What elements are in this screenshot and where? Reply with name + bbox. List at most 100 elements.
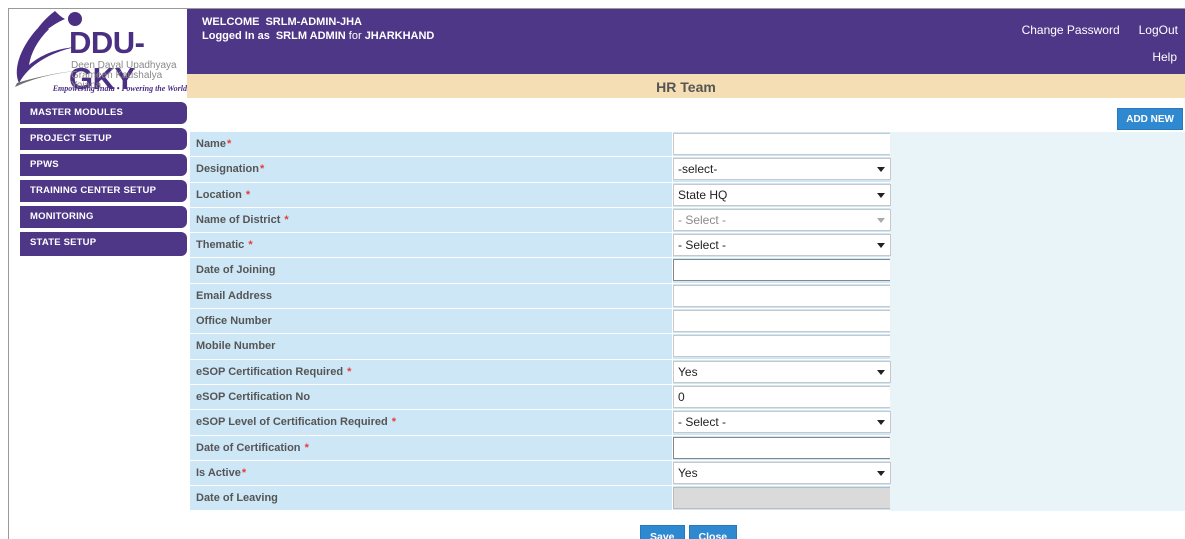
- date-of-certification-input[interactable]: [673, 436, 891, 459]
- logout-link[interactable]: LogOut: [1139, 23, 1178, 37]
- field-label: Email Address: [190, 283, 672, 310]
- row-filler: [890, 384, 1185, 411]
- required-marker: *: [347, 365, 352, 378]
- chevron-down-icon: [877, 167, 885, 173]
- field-label: Mobile Number: [190, 334, 672, 360]
- top-links: Change Password LogOut: [1010, 23, 1185, 37]
- esop-required-select[interactable]: Yes: [673, 360, 891, 383]
- sidebar: MASTER MODULES PROJECT SETUP PPWS TRAINI…: [20, 102, 187, 256]
- required-marker: *: [245, 188, 251, 201]
- district-select[interactable]: - Select -: [673, 208, 891, 231]
- form-row-esop-required: eSOP Certification Required * Yes: [190, 359, 1185, 385]
- form-row-district: Name of District * - Select -: [190, 207, 1185, 234]
- designation-select[interactable]: -select-: [673, 158, 891, 181]
- sidebar-item-project-setup[interactable]: PROJECT SETUP: [20, 128, 187, 150]
- add-new-button[interactable]: ADD NEW: [1117, 108, 1183, 130]
- mobile-number-input[interactable]: [673, 335, 891, 358]
- date-of-joining-input[interactable]: [673, 259, 891, 282]
- field-cell: 0: [672, 384, 891, 411]
- required-marker: *: [248, 239, 253, 252]
- field-label: eSOP Certification Required *: [190, 359, 672, 385]
- required-marker: *: [226, 138, 232, 150]
- form-row-esop-level: eSOP Level of Certification Required * -…: [190, 410, 1185, 436]
- field-label-text: Location: [196, 188, 245, 201]
- form-row-name: Name*: [190, 132, 1185, 158]
- field-label-text: Date of Leaving: [196, 492, 278, 505]
- row-filler: [890, 132, 1185, 158]
- field-label-text: eSOP Certification Required: [196, 365, 347, 378]
- sidebar-item-training-center-setup[interactable]: TRAINING CENTER SETUP: [20, 180, 187, 202]
- field-cell: [672, 486, 891, 512]
- row-filler: [890, 334, 1185, 360]
- field-label: Designation*: [190, 157, 672, 183]
- chevron-down-icon: [877, 217, 885, 223]
- row-filler: [890, 258, 1185, 284]
- logo-tagline: Empowering India • Powering the World: [52, 84, 187, 93]
- field-label-text: Email Address: [196, 289, 273, 302]
- sidebar-item-ppws[interactable]: PPWS: [20, 154, 187, 176]
- row-filler: [890, 207, 1185, 234]
- row-filler: [890, 460, 1185, 487]
- app-frame: DDU-GKY Deen Dayal Upadhyaya Grameen Kau…: [8, 8, 1185, 539]
- help-link[interactable]: Help: [1152, 50, 1177, 64]
- row-filler: [890, 359, 1185, 385]
- field-label: Name*: [190, 132, 672, 158]
- field-cell: Yes: [672, 460, 891, 487]
- location-select[interactable]: State HQ: [673, 183, 891, 206]
- is-active-value: Yes: [678, 465, 698, 480]
- form-row-date-of-joining: Date of Joining: [190, 258, 1185, 284]
- row-filler: [890, 410, 1185, 436]
- logo: DDU-GKY Deen Dayal Upadhyaya Grameen Kau…: [9, 9, 187, 96]
- required-marker: *: [284, 213, 289, 226]
- field-label-text: Office Number: [196, 315, 272, 328]
- sidebar-item-state-setup[interactable]: STATE SETUP: [20, 232, 187, 256]
- is-active-select[interactable]: Yes: [673, 461, 891, 484]
- row-filler: [890, 157, 1185, 183]
- field-label: Location *: [190, 182, 672, 208]
- field-cell: [672, 283, 891, 310]
- hr-team-form: Name* Designation* -select- Location * S…: [190, 132, 1185, 512]
- form-row-thematic: Thematic * - Select -: [190, 233, 1185, 259]
- field-cell: [672, 258, 891, 284]
- thematic-value: - Select -: [678, 238, 727, 253]
- chevron-down-icon: [877, 470, 885, 476]
- location-value: State HQ: [678, 187, 728, 202]
- change-password-link[interactable]: Change Password: [1022, 23, 1120, 37]
- save-button[interactable]: Save: [640, 525, 685, 539]
- esop-number-input[interactable]: 0: [673, 385, 891, 408]
- form-row-location: Location * State HQ: [190, 182, 1185, 208]
- field-label-text: Designation: [196, 163, 259, 176]
- row-filler: [890, 486, 1185, 512]
- esop-level-value: - Select -: [678, 415, 727, 430]
- date-of-leaving-input[interactable]: [673, 487, 891, 510]
- close-button[interactable]: Close: [688, 525, 738, 539]
- required-marker: *: [259, 163, 265, 176]
- name-input[interactable]: [673, 133, 891, 155]
- form-row-date-of-certification: Date of Certification *: [190, 435, 1185, 461]
- required-marker: *: [304, 441, 309, 454]
- district-value: - Select -: [678, 212, 727, 227]
- esop-level-select[interactable]: - Select -: [673, 411, 891, 434]
- field-label: Date of Certification *: [190, 435, 672, 461]
- field-label-text: Is Active: [196, 466, 241, 479]
- field-label: Date of Joining: [190, 258, 672, 284]
- sidebar-item-monitoring[interactable]: MONITORING: [20, 206, 187, 228]
- office-number-input[interactable]: [673, 310, 891, 333]
- field-cell: - Select -: [672, 207, 891, 234]
- field-label-text: Date of Joining: [196, 264, 276, 277]
- thematic-select[interactable]: - Select -: [673, 234, 891, 257]
- field-label-text: eSOP Level of Certification Required: [196, 416, 391, 429]
- form-row-email: Email Address: [190, 283, 1185, 310]
- email-input[interactable]: [673, 284, 891, 307]
- field-label: Date of Leaving: [190, 486, 672, 512]
- welcome-user: SRLM-ADMIN-JHA: [265, 16, 362, 28]
- sidebar-item-master-modules[interactable]: MASTER MODULES: [20, 102, 187, 124]
- chevron-down-icon: [877, 369, 885, 375]
- field-cell: - Select -: [672, 233, 891, 259]
- field-cell: State HQ: [672, 182, 891, 208]
- logged-in-user: SRLM ADMIN: [275, 30, 346, 42]
- form-row-mobile-number: Mobile Number: [190, 334, 1185, 360]
- form-actions: Save Close: [640, 525, 741, 539]
- welcome-label: WELCOME: [202, 16, 260, 28]
- field-label-text: eSOP Certification No: [196, 390, 311, 403]
